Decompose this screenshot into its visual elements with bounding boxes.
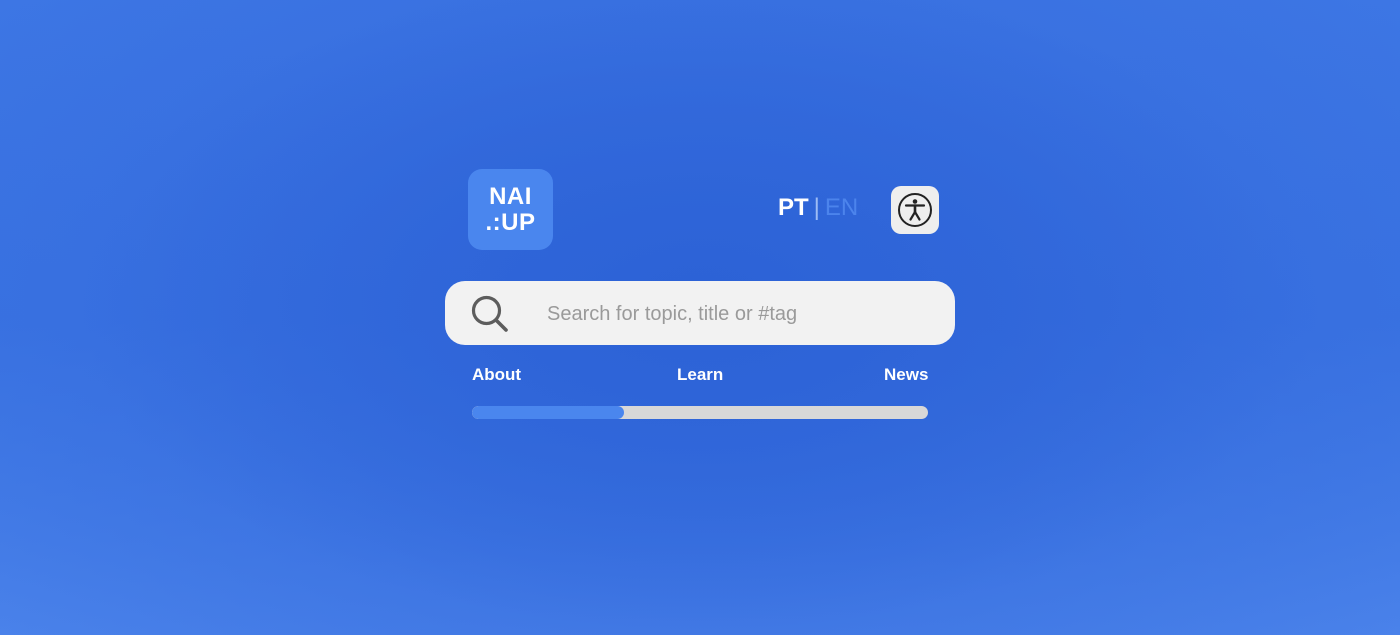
language-switcher: PT | EN: [778, 193, 858, 223]
logo-line-2: .:UP: [485, 209, 536, 236]
search-icon[interactable]: [469, 293, 509, 333]
language-pt[interactable]: PT: [778, 194, 809, 222]
nav-about[interactable]: About: [472, 365, 521, 385]
accessibility-icon: [898, 193, 932, 227]
language-en[interactable]: EN: [825, 194, 858, 222]
search-input[interactable]: [545, 295, 929, 333]
language-separator: |: [813, 194, 820, 221]
page: { "logo": { "line1": "NAI", "line2": ".:…: [0, 0, 1400, 635]
progress-track: [472, 406, 928, 419]
progress-fill: [472, 406, 624, 419]
nav-learn[interactable]: Learn: [677, 365, 723, 385]
logo[interactable]: NAI .:UP: [468, 169, 553, 250]
logo-line-1: NAI: [489, 183, 532, 210]
nav-news[interactable]: News: [884, 365, 928, 385]
search-bar[interactable]: [445, 281, 955, 345]
accessibility-button[interactable]: [891, 186, 939, 234]
